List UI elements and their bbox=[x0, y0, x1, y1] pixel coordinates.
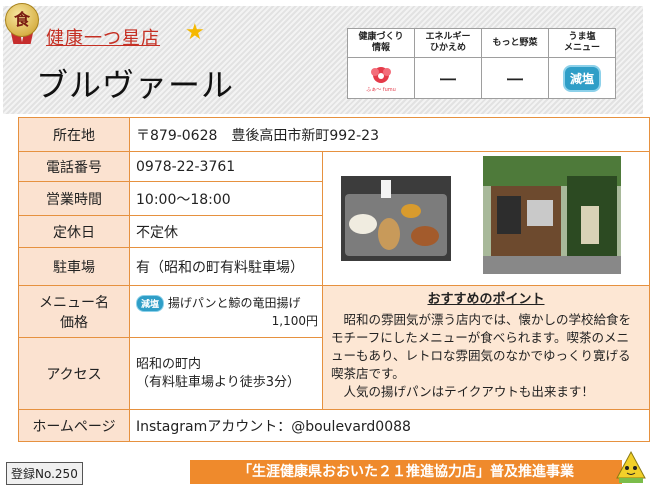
address-label: 所在地 bbox=[18, 117, 130, 152]
menu-price: 1,100円 bbox=[271, 314, 318, 328]
hours-label: 営業時間 bbox=[18, 181, 130, 216]
shop-info-table: 所在地 〒879-0628 豊後高田市新町992-23 電話番号 0978-22… bbox=[18, 117, 650, 442]
closed-value: 不定休 bbox=[129, 215, 323, 248]
food-photo bbox=[341, 176, 451, 261]
address-value: 〒879-0628 豊後高田市新町992-23 bbox=[129, 117, 650, 152]
homepage-value[interactable]: Instagramアカウント：@boulevard0088 bbox=[129, 409, 650, 442]
parking-value: 有（昭和の町有料駐車場） bbox=[129, 247, 323, 286]
menu-value: 減塩 揚げパンと鯨の竜田揚げ 1,100円 bbox=[129, 285, 323, 338]
category-table: 健康づくり 情報 エネルギー ひかえめ もっと野菜 うま塩 メニュー ふぁ〜 f… bbox=[347, 28, 616, 99]
health-mark-caption: ふぁ〜 fumu bbox=[366, 87, 396, 93]
menu-name-label: メニュー名 bbox=[39, 294, 109, 311]
homepage-label: ホームページ bbox=[18, 409, 130, 442]
phone-value: 0978-22-3761 bbox=[129, 151, 323, 182]
category-header-energy: エネルギー ひかえめ bbox=[414, 28, 482, 58]
shop-exterior-photo bbox=[483, 156, 621, 274]
energy-value: ー bbox=[414, 57, 482, 99]
health-mark-icon: ふぁ〜 fumu bbox=[366, 67, 396, 93]
rank-subtitle: 健康一つ星店 bbox=[46, 28, 160, 49]
category-header-vegetable: もっと野菜 bbox=[481, 28, 549, 58]
hours-value: 10:00〜18:00 bbox=[129, 181, 323, 216]
star-icon: ★ bbox=[185, 20, 205, 45]
phone-label: 電話番号 bbox=[18, 151, 130, 182]
badge-character: 食 bbox=[5, 3, 39, 37]
vegetable-value: ー bbox=[481, 57, 549, 99]
photo-cell bbox=[322, 151, 650, 286]
mascot-icon bbox=[616, 450, 646, 483]
header-text: うま塩 メニュー bbox=[563, 32, 600, 53]
closed-label: 定休日 bbox=[18, 215, 130, 248]
menu-salt-icon: 減塩 bbox=[136, 295, 165, 312]
food-badge-icon: 食 bbox=[3, 3, 39, 44]
parking-label: 駐車場 bbox=[18, 247, 130, 286]
access-line-2: （有料駐車場より徒歩3分） bbox=[136, 374, 301, 390]
recommend-text: 昭和の雰囲気が漂う店内では、懐かしの学校給食をモチーフにしたメニューが食べられま… bbox=[331, 312, 632, 399]
menu-price-label: 価格 bbox=[60, 314, 88, 331]
registration-number: 登録No.250 bbox=[6, 462, 83, 485]
salt-reduction-icon: 減塩 bbox=[562, 65, 601, 92]
recommend-box: おすすめのポイント 昭和の雰囲気が漂う店内では、懐かしの学校給食をモチーフにした… bbox=[322, 285, 650, 410]
access-line-1: 昭和の町内 bbox=[136, 356, 202, 372]
header-text: もっと野菜 bbox=[492, 37, 538, 48]
access-label: アクセス bbox=[18, 337, 130, 410]
shop-name: ブルヴァール bbox=[36, 66, 235, 104]
access-value: 昭和の町内 （有料駐車場より徒歩3分） bbox=[129, 337, 323, 410]
health-mark-cell: ふぁ〜 fumu bbox=[347, 57, 415, 99]
recommend-title: おすすめのポイント bbox=[427, 292, 545, 307]
menu-name: 揚げパンと鯨の竜田揚げ bbox=[167, 296, 301, 310]
header-text: 健康づくり 情報 bbox=[358, 32, 404, 53]
category-header-health: 健康づくり 情報 bbox=[347, 28, 415, 58]
category-header-salt: うま塩 メニュー bbox=[548, 28, 616, 58]
salt-mark-cell: 減塩 bbox=[548, 57, 616, 99]
header-text: エネルギー ひかえめ bbox=[425, 32, 471, 53]
promotion-banner: 「生涯健康県おおいた２１推進協力店」普及推進事業 bbox=[190, 460, 622, 484]
menu-label: メニュー名 価格 bbox=[18, 285, 130, 338]
